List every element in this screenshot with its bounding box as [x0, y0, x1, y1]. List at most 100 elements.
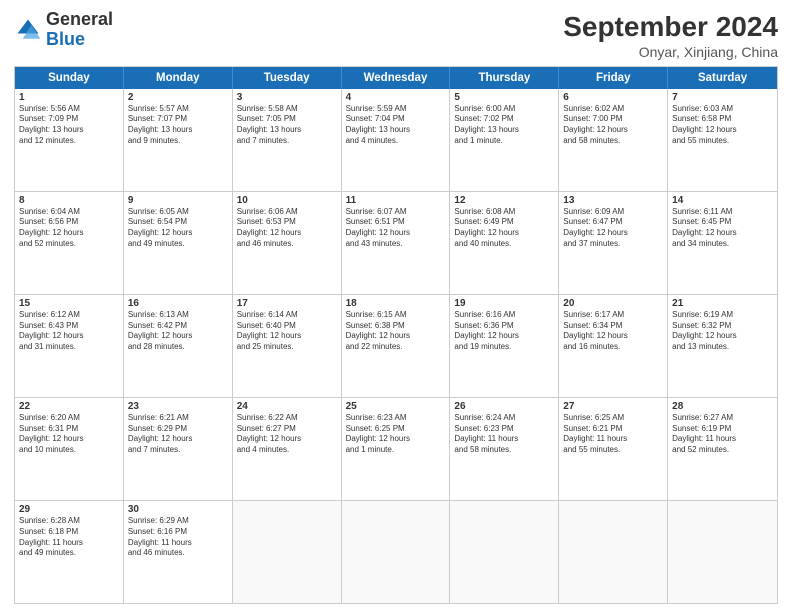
day-number: 4 [346, 92, 446, 103]
cell-info: Sunrise: 6:12 AMSunset: 6:43 PMDaylight:… [19, 310, 119, 353]
calendar-cell-15: 15Sunrise: 6:12 AMSunset: 6:43 PMDayligh… [15, 295, 124, 397]
day-number: 15 [19, 298, 119, 309]
day-header-monday: Monday [124, 67, 233, 89]
calendar-cell-empty [668, 501, 777, 603]
calendar-cell-empty [450, 501, 559, 603]
cell-info: Sunrise: 6:29 AMSunset: 6:16 PMDaylight:… [128, 516, 228, 559]
calendar-row-1: 1Sunrise: 5:56 AMSunset: 7:09 PMDaylight… [15, 89, 777, 192]
calendar-cell-20: 20Sunrise: 6:17 AMSunset: 6:34 PMDayligh… [559, 295, 668, 397]
calendar-cell-21: 21Sunrise: 6:19 AMSunset: 6:32 PMDayligh… [668, 295, 777, 397]
calendar-cell-22: 22Sunrise: 6:20 AMSunset: 6:31 PMDayligh… [15, 398, 124, 500]
calendar-cell-2: 2Sunrise: 5:57 AMSunset: 7:07 PMDaylight… [124, 89, 233, 191]
day-number: 1 [19, 92, 119, 103]
day-header-sunday: Sunday [15, 67, 124, 89]
day-number: 22 [19, 401, 119, 412]
calendar: SundayMondayTuesdayWednesdayThursdayFrid… [14, 66, 778, 604]
calendar-cell-26: 26Sunrise: 6:24 AMSunset: 6:23 PMDayligh… [450, 398, 559, 500]
day-number: 20 [563, 298, 663, 309]
cell-info: Sunrise: 6:11 AMSunset: 6:45 PMDaylight:… [672, 207, 773, 250]
cell-info: Sunrise: 6:05 AMSunset: 6:54 PMDaylight:… [128, 207, 228, 250]
logo-icon [14, 16, 42, 44]
calendar-body: 1Sunrise: 5:56 AMSunset: 7:09 PMDaylight… [15, 89, 777, 603]
day-number: 19 [454, 298, 554, 309]
cell-info: Sunrise: 6:02 AMSunset: 7:00 PMDaylight:… [563, 104, 663, 147]
calendar-cell-8: 8Sunrise: 6:04 AMSunset: 6:56 PMDaylight… [15, 192, 124, 294]
day-header-wednesday: Wednesday [342, 67, 451, 89]
calendar-cell-4: 4Sunrise: 5:59 AMSunset: 7:04 PMDaylight… [342, 89, 451, 191]
calendar-cell-5: 5Sunrise: 6:00 AMSunset: 7:02 PMDaylight… [450, 89, 559, 191]
day-number: 8 [19, 195, 119, 206]
logo-text: General Blue [46, 10, 113, 50]
calendar-cell-17: 17Sunrise: 6:14 AMSunset: 6:40 PMDayligh… [233, 295, 342, 397]
day-number: 2 [128, 92, 228, 103]
day-header-saturday: Saturday [668, 67, 777, 89]
cell-info: Sunrise: 6:20 AMSunset: 6:31 PMDaylight:… [19, 413, 119, 456]
calendar-cell-28: 28Sunrise: 6:27 AMSunset: 6:19 PMDayligh… [668, 398, 777, 500]
calendar-cell-18: 18Sunrise: 6:15 AMSunset: 6:38 PMDayligh… [342, 295, 451, 397]
main-title: September 2024 [563, 10, 778, 44]
day-number: 28 [672, 401, 773, 412]
calendar-cell-7: 7Sunrise: 6:03 AMSunset: 6:58 PMDaylight… [668, 89, 777, 191]
day-number: 13 [563, 195, 663, 206]
day-header-friday: Friday [559, 67, 668, 89]
day-number: 17 [237, 298, 337, 309]
cell-info: Sunrise: 6:28 AMSunset: 6:18 PMDaylight:… [19, 516, 119, 559]
calendar-row-5: 29Sunrise: 6:28 AMSunset: 6:18 PMDayligh… [15, 501, 777, 603]
header: General Blue September 2024 Onyar, Xinji… [14, 10, 778, 60]
cell-info: Sunrise: 6:27 AMSunset: 6:19 PMDaylight:… [672, 413, 773, 456]
day-number: 14 [672, 195, 773, 206]
calendar-cell-16: 16Sunrise: 6:13 AMSunset: 6:42 PMDayligh… [124, 295, 233, 397]
calendar-cell-14: 14Sunrise: 6:11 AMSunset: 6:45 PMDayligh… [668, 192, 777, 294]
calendar-row-2: 8Sunrise: 6:04 AMSunset: 6:56 PMDaylight… [15, 192, 777, 295]
day-number: 16 [128, 298, 228, 309]
day-number: 10 [237, 195, 337, 206]
day-number: 25 [346, 401, 446, 412]
calendar-cell-30: 30Sunrise: 6:29 AMSunset: 6:16 PMDayligh… [124, 501, 233, 603]
cell-info: Sunrise: 6:09 AMSunset: 6:47 PMDaylight:… [563, 207, 663, 250]
cell-info: Sunrise: 6:15 AMSunset: 6:38 PMDaylight:… [346, 310, 446, 353]
day-number: 3 [237, 92, 337, 103]
logo: General Blue [14, 10, 113, 50]
cell-info: Sunrise: 5:58 AMSunset: 7:05 PMDaylight:… [237, 104, 337, 147]
cell-info: Sunrise: 6:17 AMSunset: 6:34 PMDaylight:… [563, 310, 663, 353]
calendar-header: SundayMondayTuesdayWednesdayThursdayFrid… [15, 67, 777, 89]
day-header-tuesday: Tuesday [233, 67, 342, 89]
calendar-cell-27: 27Sunrise: 6:25 AMSunset: 6:21 PMDayligh… [559, 398, 668, 500]
day-number: 6 [563, 92, 663, 103]
calendar-cell-19: 19Sunrise: 6:16 AMSunset: 6:36 PMDayligh… [450, 295, 559, 397]
calendar-cell-10: 10Sunrise: 6:06 AMSunset: 6:53 PMDayligh… [233, 192, 342, 294]
title-block: September 2024 Onyar, Xinjiang, China [563, 10, 778, 60]
cell-info: Sunrise: 5:57 AMSunset: 7:07 PMDaylight:… [128, 104, 228, 147]
cell-info: Sunrise: 6:16 AMSunset: 6:36 PMDaylight:… [454, 310, 554, 353]
calendar-cell-9: 9Sunrise: 6:05 AMSunset: 6:54 PMDaylight… [124, 192, 233, 294]
calendar-cell-1: 1Sunrise: 5:56 AMSunset: 7:09 PMDaylight… [15, 89, 124, 191]
day-header-thursday: Thursday [450, 67, 559, 89]
cell-info: Sunrise: 6:06 AMSunset: 6:53 PMDaylight:… [237, 207, 337, 250]
cell-info: Sunrise: 5:59 AMSunset: 7:04 PMDaylight:… [346, 104, 446, 147]
calendar-cell-empty [342, 501, 451, 603]
calendar-cell-13: 13Sunrise: 6:09 AMSunset: 6:47 PMDayligh… [559, 192, 668, 294]
day-number: 21 [672, 298, 773, 309]
cell-info: Sunrise: 6:24 AMSunset: 6:23 PMDaylight:… [454, 413, 554, 456]
cell-info: Sunrise: 6:00 AMSunset: 7:02 PMDaylight:… [454, 104, 554, 147]
calendar-cell-empty [559, 501, 668, 603]
calendar-cell-25: 25Sunrise: 6:23 AMSunset: 6:25 PMDayligh… [342, 398, 451, 500]
day-number: 24 [237, 401, 337, 412]
calendar-cell-12: 12Sunrise: 6:08 AMSunset: 6:49 PMDayligh… [450, 192, 559, 294]
day-number: 23 [128, 401, 228, 412]
day-number: 12 [454, 195, 554, 206]
cell-info: Sunrise: 6:23 AMSunset: 6:25 PMDaylight:… [346, 413, 446, 456]
calendar-row-4: 22Sunrise: 6:20 AMSunset: 6:31 PMDayligh… [15, 398, 777, 501]
cell-info: Sunrise: 5:56 AMSunset: 7:09 PMDaylight:… [19, 104, 119, 147]
cell-info: Sunrise: 6:08 AMSunset: 6:49 PMDaylight:… [454, 207, 554, 250]
cell-info: Sunrise: 6:14 AMSunset: 6:40 PMDaylight:… [237, 310, 337, 353]
calendar-cell-3: 3Sunrise: 5:58 AMSunset: 7:05 PMDaylight… [233, 89, 342, 191]
day-number: 18 [346, 298, 446, 309]
calendar-cell-empty [233, 501, 342, 603]
cell-info: Sunrise: 6:21 AMSunset: 6:29 PMDaylight:… [128, 413, 228, 456]
cell-info: Sunrise: 6:13 AMSunset: 6:42 PMDaylight:… [128, 310, 228, 353]
calendar-cell-23: 23Sunrise: 6:21 AMSunset: 6:29 PMDayligh… [124, 398, 233, 500]
day-number: 26 [454, 401, 554, 412]
cell-info: Sunrise: 6:25 AMSunset: 6:21 PMDaylight:… [563, 413, 663, 456]
subtitle: Onyar, Xinjiang, China [563, 44, 778, 60]
